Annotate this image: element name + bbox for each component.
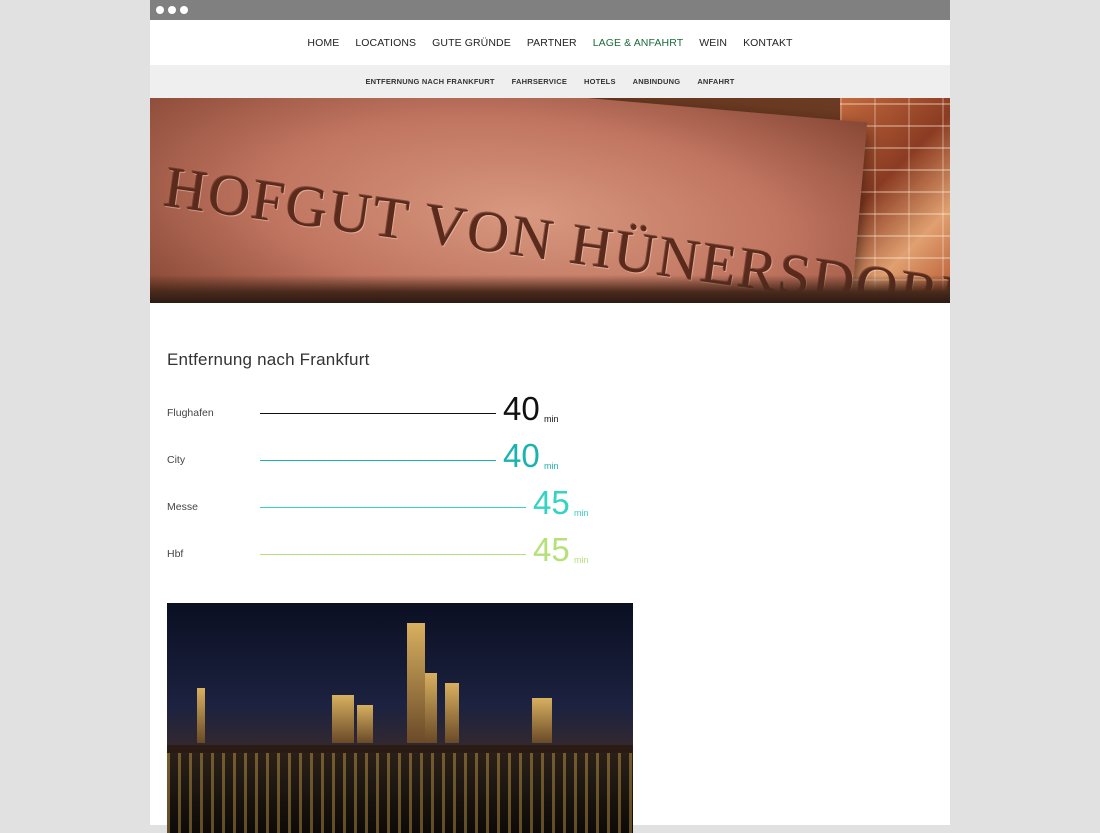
distance-bar bbox=[260, 460, 496, 461]
distance-unit: min bbox=[574, 555, 589, 565]
nav-kontakt[interactable]: KONTAKT bbox=[735, 37, 801, 49]
distance-unit: min bbox=[544, 414, 559, 424]
distance-section: Entfernung nach Frankfurt Flughafen 40 m… bbox=[167, 350, 637, 580]
distance-bar bbox=[260, 413, 496, 414]
window-minimize-dot[interactable] bbox=[168, 6, 176, 14]
distance-row-flughafen: Flughafen 40 min bbox=[167, 390, 637, 439]
distance-label: City bbox=[167, 454, 186, 466]
section-title: Entfernung nach Frankfurt bbox=[167, 350, 370, 369]
distance-value: 45 bbox=[533, 531, 570, 568]
distance-bar bbox=[260, 507, 526, 508]
tower bbox=[357, 705, 373, 743]
distance-label: Hbf bbox=[167, 548, 184, 560]
main-nav: HOME LOCATIONS GUTE GRÜNDE PARTNER LAGE … bbox=[150, 20, 950, 65]
tower bbox=[532, 698, 552, 743]
subnav-hotels[interactable]: HOTELS bbox=[576, 77, 625, 86]
distance-value: 45 bbox=[533, 484, 570, 521]
tower bbox=[445, 683, 459, 743]
hero-image: HOFGUT VON HÜNERSDORFF bbox=[150, 98, 950, 303]
distance-label: Messe bbox=[167, 501, 198, 513]
tower bbox=[332, 695, 354, 743]
window-titlebar bbox=[150, 0, 950, 20]
nav-home[interactable]: HOME bbox=[299, 37, 347, 49]
river-reflection bbox=[167, 753, 633, 833]
distance-unit: min bbox=[544, 461, 559, 471]
plate-shadow bbox=[150, 275, 950, 303]
subnav-anbindung[interactable]: ANBINDUNG bbox=[624, 77, 689, 86]
frankfurt-skyline-image bbox=[167, 603, 633, 833]
nav-partner[interactable]: PARTNER bbox=[519, 37, 585, 49]
distance-row-city: City 40 min bbox=[167, 437, 637, 486]
distance-label: Flughafen bbox=[167, 407, 214, 419]
nav-lage-anfahrt[interactable]: LAGE & ANFAHRT bbox=[585, 37, 692, 49]
nav-wein[interactable]: WEIN bbox=[691, 37, 735, 49]
tower bbox=[425, 673, 437, 743]
sub-nav: ENTFERNUNG NACH FRANKFURT FAHRSERVICE HO… bbox=[150, 65, 950, 98]
distance-unit: min bbox=[574, 508, 589, 518]
distance-row-hbf: Hbf 45 min bbox=[167, 531, 637, 580]
subnav-fahrservice[interactable]: FAHRSERVICE bbox=[503, 77, 575, 86]
distance-row-messe: Messe 45 min bbox=[167, 484, 637, 533]
window-maximize-dot[interactable] bbox=[180, 6, 188, 14]
distance-value: 40 bbox=[503, 390, 540, 427]
distance-bar bbox=[260, 554, 526, 555]
subnav-entfernung[interactable]: ENTFERNUNG NACH FRANKFURT bbox=[357, 77, 503, 86]
distance-list: Flughafen 40 min City 40 min Messe 45 mi… bbox=[167, 390, 637, 580]
nav-locations[interactable]: LOCATIONS bbox=[347, 37, 424, 49]
nav-gute-gruende[interactable]: GUTE GRÜNDE bbox=[424, 37, 519, 49]
tower bbox=[197, 688, 205, 743]
distance-value: 40 bbox=[503, 437, 540, 474]
window-close-dot[interactable] bbox=[156, 6, 164, 14]
tower bbox=[407, 623, 425, 743]
subnav-anfahrt[interactable]: ANFAHRT bbox=[689, 77, 743, 86]
